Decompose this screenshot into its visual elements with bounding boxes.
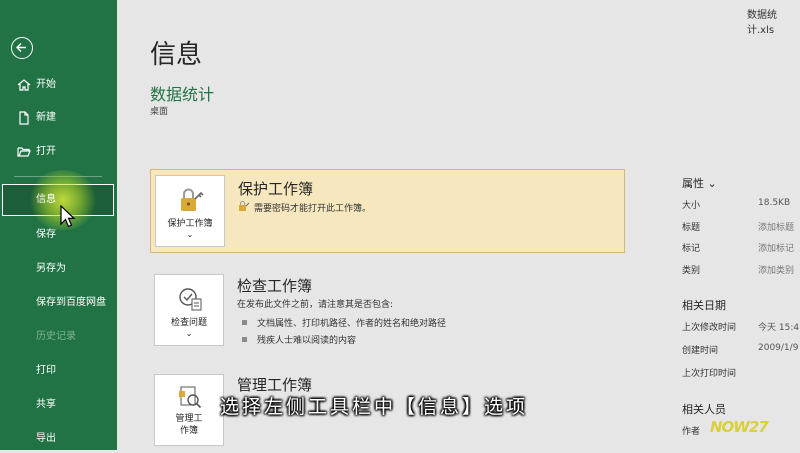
backstage-sidebar: 开始 新建 打开 信息 保存 另存为 保存到百度网盘 历史记录 打印 共享 导出 [0, 0, 117, 450]
workbook-name: 数据统计 [150, 85, 215, 104]
date-created-value: 2009/1/9 [758, 343, 799, 353]
nav-info-label: 信息 [36, 194, 56, 205]
manage-document-icon [179, 386, 202, 409]
protect-button-label: 保护工作簿 [167, 219, 213, 229]
manage-button-label-2: 作簿 [179, 426, 198, 436]
nav-history-label: 历史记录 [36, 331, 76, 342]
inspect-title: 检查工作簿 [237, 277, 313, 295]
date-modified-value: 今天 15:4 [758, 323, 800, 333]
nav-print-label: 打印 [36, 365, 56, 376]
nav-home-label: 开始 [36, 79, 56, 90]
nav-history: 历史记录 [0, 323, 117, 351]
date-created-key: 创建时间 [682, 346, 719, 356]
protect-title: 保护工作簿 [238, 180, 314, 198]
prop-category-value[interactable]: 添加类别 [758, 263, 794, 276]
inspect-document-icon [179, 288, 202, 311]
nav-export[interactable]: 导出 [0, 425, 117, 453]
dates-header: 相关日期 [682, 299, 726, 312]
page-title: 信息 [150, 40, 203, 70]
inspect-problems-button[interactable]: 检查问题 ⌄ [154, 274, 224, 346]
inspect-button-label: 检查问题 [170, 318, 207, 328]
chevron-down-icon: ⌄ [186, 230, 194, 239]
home-icon [17, 79, 31, 91]
small-lock-icon [239, 201, 250, 211]
inspect-description: 在发布此文件之前，请注意其是否包含: [237, 300, 394, 310]
date-printed-key: 上次打印时间 [682, 369, 737, 379]
protect-workbook-button[interactable]: 保护工作簿 ⌄ [155, 175, 225, 247]
date-modified-key: 上次修改时间 [682, 323, 737, 333]
nav-info-text[interactable]: 信息 [0, 186, 117, 214]
nav-save[interactable]: 保存 [0, 221, 117, 249]
nav-new[interactable]: 新建 [0, 104, 117, 132]
nav-save-baidu[interactable]: 保存到百度网盘 [0, 289, 117, 317]
window-filename: 数据统计.xls [747, 10, 777, 36]
prop-title-key: 标题 [682, 223, 701, 233]
prop-size-key: 大小 [682, 201, 701, 211]
nav-export-label: 导出 [36, 433, 56, 444]
properties-header[interactable]: 属性 ⌄ [682, 175, 717, 191]
prop-category-key: 类别 [682, 266, 701, 276]
prop-title-value[interactable]: 添加标题 [758, 220, 794, 233]
prop-size-value: 18.5KB [758, 198, 791, 208]
inspect-section: 检查问题 ⌄ 检查工作簿 在发布此文件之前，请注意其是否包含: 文档属性、打印机… [150, 272, 625, 356]
nav-print[interactable]: 打印 [0, 357, 117, 385]
info-panel: 数据统计.xls 信息 数据统计 桌面 保护工作簿 ⌄ 保护工作簿 需要密码才能… [117, 0, 800, 450]
chevron-down-icon: ⌄ [707, 177, 717, 190]
nav-open-label: 打开 [36, 146, 56, 157]
people-header: 相关人员 [682, 403, 726, 416]
workbook-location: 桌面 [150, 107, 169, 117]
lock-key-icon [181, 188, 204, 211]
nav-save-as[interactable]: 另存为 [0, 255, 117, 283]
manage-workbook-button[interactable]: 管理工 作簿 [154, 374, 224, 446]
back-arrow-icon [16, 43, 26, 52]
author-key: 作者 [682, 427, 701, 437]
chevron-down-icon: ⌄ [185, 329, 193, 338]
nav-share[interactable]: 共享 [0, 391, 117, 419]
watermark-logo: NOW27 [710, 418, 769, 436]
protect-description: 需要密码才能打开此工作簿。 [254, 204, 372, 214]
nav-home[interactable]: 开始 [0, 71, 117, 99]
nav-share-label: 共享 [36, 399, 56, 410]
protect-section: 保护工作簿 ⌄ 保护工作簿 需要密码才能打开此工作簿。 [150, 169, 625, 253]
open-folder-icon [17, 147, 31, 157]
inspect-bullet: 残疾人士难以阅读的内容 [242, 333, 356, 346]
nav-save-baidu-label: 保存到百度网盘 [36, 297, 106, 308]
nav-save-label: 保存 [36, 229, 56, 240]
tutorial-subtitle: 选择左侧工具栏中【信息】选项 [220, 396, 529, 418]
nav-open[interactable]: 打开 [0, 138, 117, 166]
prop-tags-value[interactable]: 添加标记 [758, 241, 794, 254]
inspect-bullet: 文档属性、打印机路径、作者的姓名和绝对路径 [242, 316, 446, 329]
back-button[interactable] [11, 37, 33, 59]
nav-save-as-label: 另存为 [36, 263, 66, 274]
nav-new-label: 新建 [36, 112, 56, 123]
prop-tags-key: 标记 [682, 244, 701, 254]
new-document-icon [19, 111, 29, 125]
